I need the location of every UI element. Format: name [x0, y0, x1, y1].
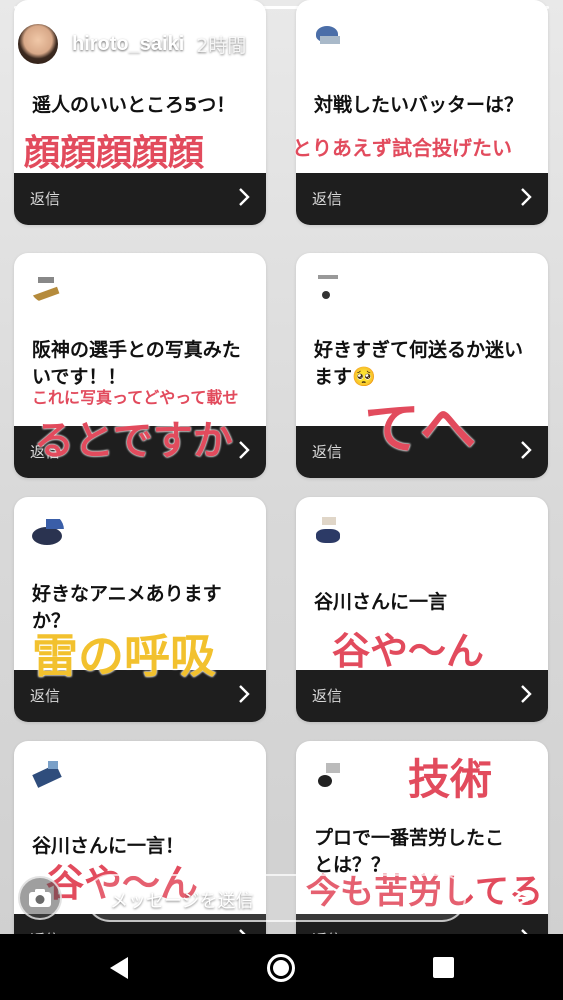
story-header[interactable]: hiroto_saiki 2時間: [16, 22, 246, 66]
answer-text: 技術: [408, 755, 493, 804]
question-text: 対戦したいバッターは？: [314, 94, 524, 116]
answer-text: 雷の呼吸: [32, 629, 216, 683]
message-placeholder: メッセージを送信: [110, 891, 254, 912]
reply-label: 返信: [30, 190, 61, 208]
camera-icon: [29, 889, 51, 907]
answer-text: これに写真ってどやって載せ: [32, 388, 239, 407]
sender-avatar: [312, 269, 346, 303]
reply-label: 返信: [312, 443, 343, 461]
sender-avatar: [30, 269, 64, 303]
chevron-right-icon: [239, 685, 250, 703]
home-circle-icon[interactable]: [267, 954, 295, 982]
camera-button[interactable]: [18, 876, 62, 920]
message-input[interactable]: メッセージを送信: [86, 874, 466, 922]
reply-bar[interactable]: 返信: [296, 173, 548, 225]
post-time: 2時間: [196, 34, 247, 57]
sender-avatar: [312, 757, 346, 791]
sender-avatar: [312, 513, 346, 547]
username[interactable]: hiroto_saiki: [72, 33, 184, 56]
reply-bar[interactable]: 返信: [296, 670, 548, 722]
question-text: 好きすぎて何送るか迷います🥺: [314, 339, 524, 388]
reply-bar[interactable]: 返信: [14, 173, 266, 225]
chevron-right-icon: [239, 188, 250, 206]
chevron-right-icon: [239, 441, 250, 459]
sender-avatar: [312, 16, 346, 50]
chevron-right-icon: [521, 188, 532, 206]
question-text: 阪神の選手との写真みたいです！！: [32, 339, 241, 388]
answer-text: とりあえず試合投げたい: [292, 136, 512, 160]
chevron-right-icon: [521, 441, 532, 459]
question-card: 対戦したいバッターは？ 返信: [296, 0, 548, 225]
question-card: 好きなアニメありますか？ 返信: [14, 497, 266, 722]
back-triangle-icon[interactable]: [106, 955, 132, 981]
answer-text: 顔顔顔顔顔: [24, 133, 205, 174]
reply-label: 返信: [30, 687, 61, 705]
answer-text: るとですか: [34, 418, 233, 464]
sender-avatar: [30, 513, 64, 547]
answer-text: 谷や〜ん: [332, 629, 485, 673]
send-icon[interactable]: [500, 880, 536, 916]
sender-avatar: [30, 757, 64, 791]
reply-label: 返信: [312, 190, 343, 208]
reply-label: 返信: [312, 687, 343, 705]
answer-text: てへ: [364, 397, 476, 462]
recent-apps-square-icon[interactable]: [433, 957, 454, 978]
system-nav-bar: [0, 934, 563, 1000]
question-card: 谷川さんに一言 返信: [296, 497, 548, 722]
chevron-right-icon: [521, 685, 532, 703]
message-bar: メッセージを送信: [0, 862, 563, 934]
avatar[interactable]: [16, 22, 60, 66]
question-text: 谷川さんに一言: [314, 591, 448, 613]
question-text: 遥人のいいところ5つ！: [32, 94, 236, 116]
